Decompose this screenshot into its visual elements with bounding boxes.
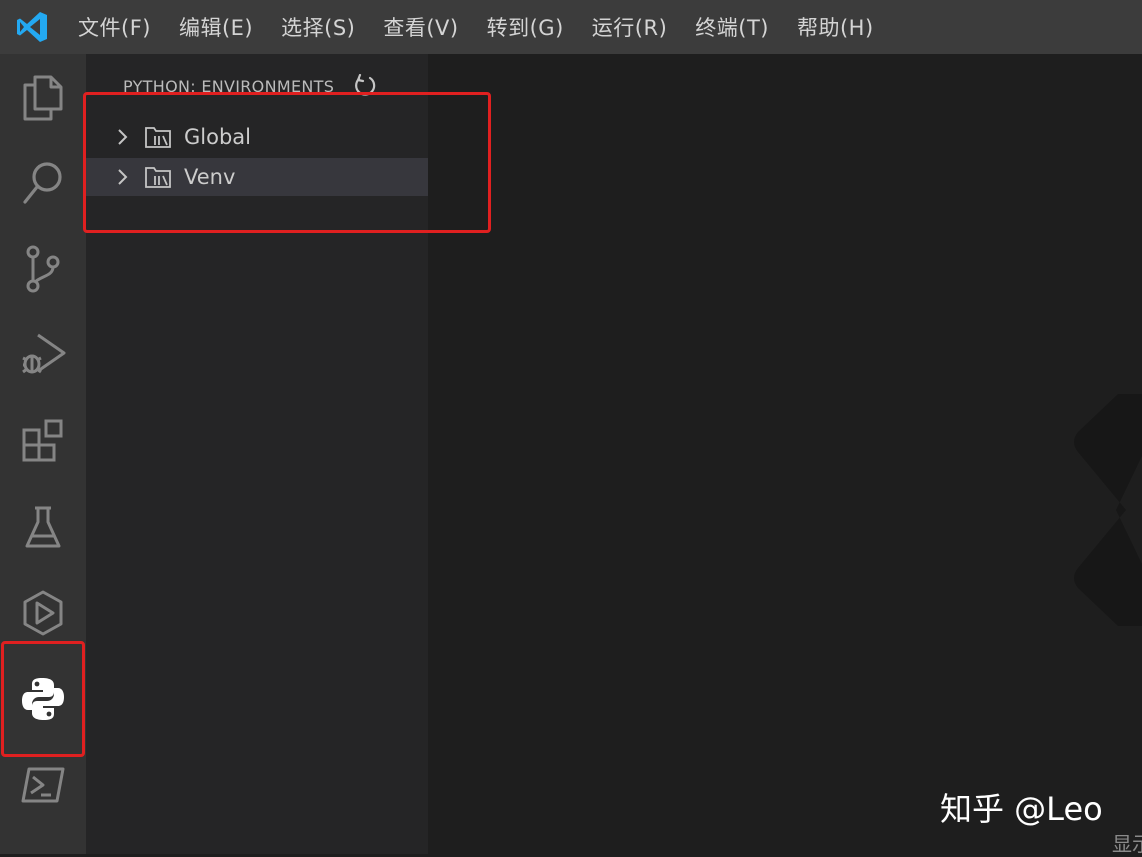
menu-run[interactable]: 运行(R) — [578, 0, 681, 54]
status-fragment: 显示 — [1112, 832, 1142, 856]
menu-help[interactable]: 帮助(H) — [783, 0, 888, 54]
vscode-watermark-icon — [1074, 394, 1142, 626]
menu-view[interactable]: 查看(V) — [369, 0, 472, 54]
menu-file[interactable]: 文件(F) — [64, 0, 165, 54]
menu-edit[interactable]: 编辑(E) — [165, 0, 267, 54]
vscode-logo-icon — [0, 0, 64, 54]
highlight-environments-box — [83, 92, 491, 233]
menu-selection[interactable]: 选择(S) — [267, 0, 369, 54]
run-debug-icon[interactable] — [0, 312, 86, 398]
search-icon[interactable] — [0, 140, 86, 226]
explorer-icon[interactable] — [0, 54, 86, 140]
menu-terminal[interactable]: 终端(T) — [681, 0, 783, 54]
watermark-credit: 知乎 @Leo — [940, 790, 1103, 828]
testing-icon[interactable] — [0, 484, 86, 570]
menu-go[interactable]: 转到(G) — [473, 0, 578, 54]
extensions-icon[interactable] — [0, 398, 86, 484]
menu-bar: 文件(F) 编辑(E) 选择(S) 查看(V) 转到(G) 运行(R) 终端(T… — [0, 0, 1142, 54]
editor-area — [428, 54, 1142, 854]
source-control-icon[interactable] — [0, 226, 86, 312]
highlight-python-icon-box — [1, 641, 85, 757]
